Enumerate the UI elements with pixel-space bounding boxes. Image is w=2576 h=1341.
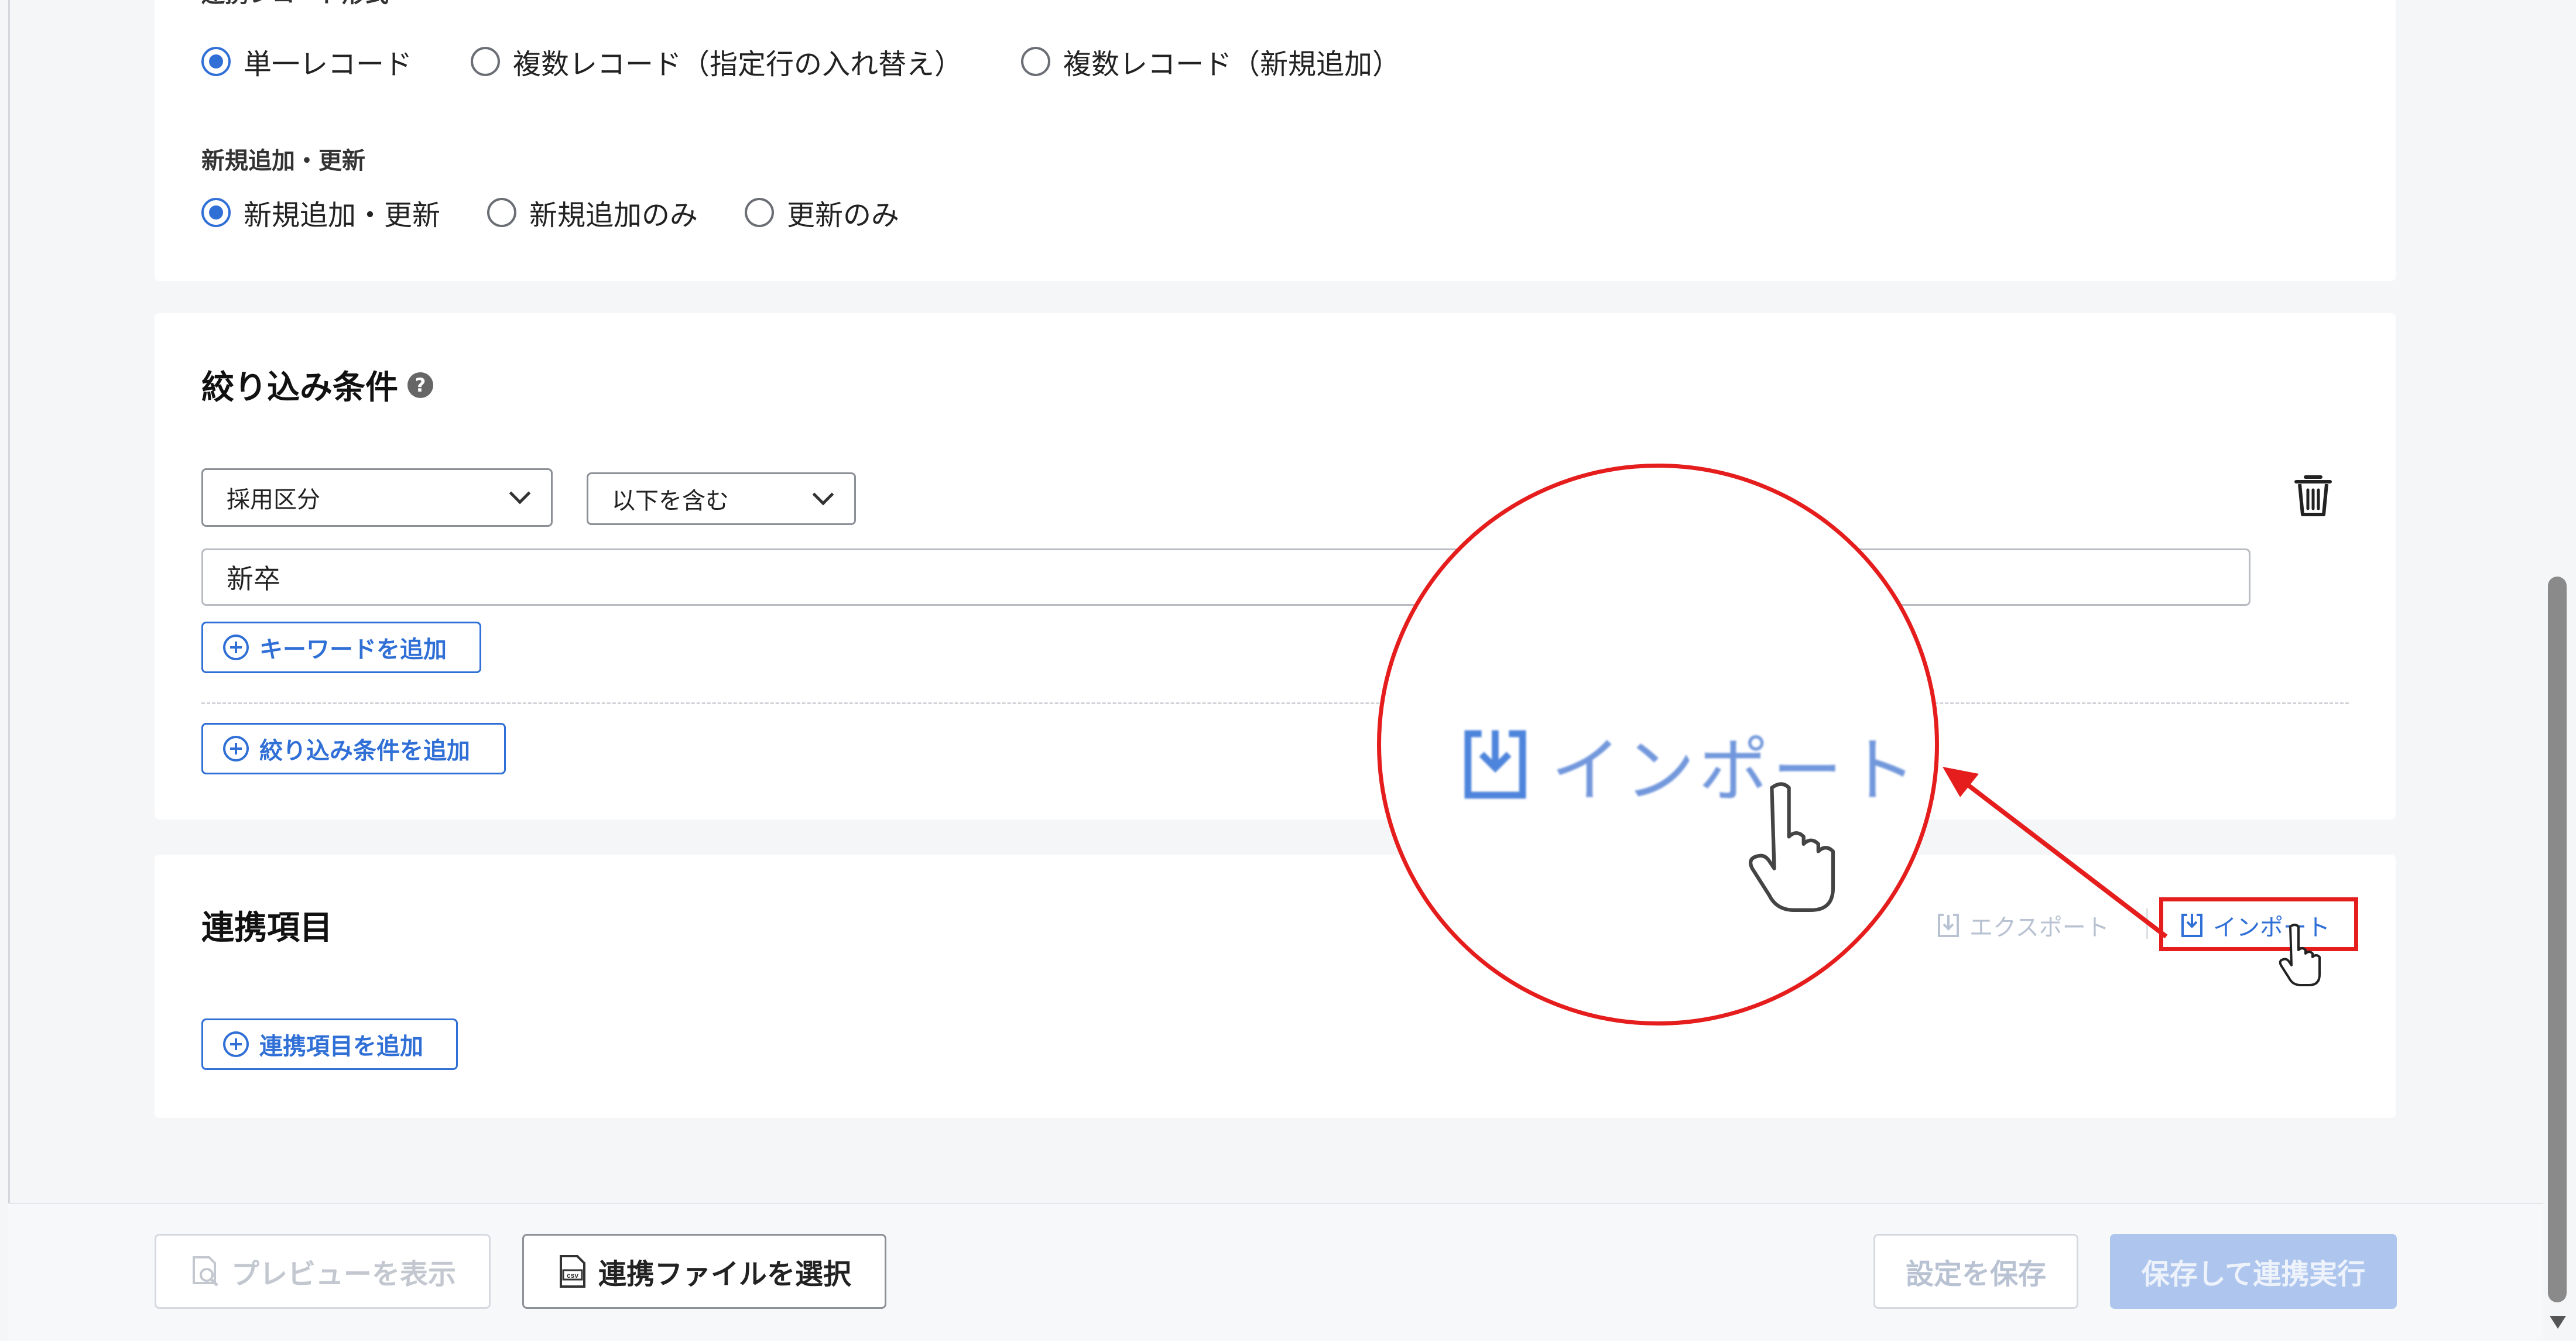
- save-and-run-button[interactable]: 保存して連携実行: [2110, 1234, 2397, 1309]
- radio-unchecked-icon: [471, 47, 501, 76]
- svg-text:csv: csv: [567, 1271, 578, 1280]
- upsert-label: 新規追加・更新: [201, 148, 365, 174]
- record-settings-card: 連携レコード形式 単一レコード 複数レコード（指定行の入れ替え） 複数レコード（…: [155, 0, 2396, 281]
- upsert-radio-group: 新規追加・更新 新規追加のみ 更新のみ: [201, 192, 958, 233]
- radio-unchecked-icon: [745, 198, 775, 227]
- csv-file-icon: csv: [559, 1255, 585, 1288]
- scrollbar-thumb[interactable]: [2548, 577, 2567, 1302]
- filter-heading: 絞り込み条件 ?: [201, 361, 433, 409]
- select-file-button[interactable]: csv 連携ファイルを選択: [522, 1234, 886, 1309]
- radio-update-only[interactable]: 更新のみ: [745, 192, 899, 233]
- plus-circle-icon: [223, 635, 249, 660]
- add-condition-button[interactable]: 絞り込み条件を追加: [201, 723, 506, 774]
- chevron-down-icon: [812, 483, 834, 506]
- import-icon: [1464, 730, 1526, 799]
- fields-title: 連携項目: [201, 909, 333, 947]
- filter-title: 絞り込み条件: [201, 369, 398, 407]
- divider: [201, 702, 2349, 704]
- radio-unchecked-icon: [1021, 47, 1051, 76]
- keyword-input[interactable]: 新卒: [201, 548, 2250, 606]
- radio-single-record[interactable]: 単一レコード: [201, 41, 412, 82]
- trash-icon[interactable]: [2293, 471, 2334, 518]
- zoom-callout: インポート: [1377, 464, 1939, 1026]
- add-field-button[interactable]: 連携項目を追加: [201, 1018, 458, 1070]
- radio-add-only[interactable]: 新規追加のみ: [487, 192, 698, 233]
- record-format-radio-group: 単一レコード 複数レコード（指定行の入れ替え） 複数レコード（新規追加）: [201, 41, 1459, 82]
- preview-button[interactable]: プレビューを表示: [155, 1234, 491, 1309]
- plus-circle-icon: [223, 736, 249, 762]
- hand-cursor-icon: [2277, 922, 2324, 986]
- chevron-down-icon: [509, 482, 531, 505]
- help-icon[interactable]: ?: [407, 372, 433, 398]
- zoomed-import-button: インポート: [1457, 714, 1920, 815]
- import-highlight-box: [2159, 897, 2358, 951]
- zoomed-import-label: インポート: [1551, 730, 1920, 812]
- plus-circle-icon: [223, 1031, 249, 1057]
- radio-checked-icon: [201, 198, 231, 227]
- radio-unchecked-icon: [487, 198, 517, 227]
- preview-icon: [192, 1256, 218, 1287]
- filter-operator-select[interactable]: 以下を含む: [587, 472, 856, 525]
- filter-card: 絞り込み条件 ? 採用区分 以下を含む 新卒 キーワードを追加 絞り込み条件を追…: [155, 313, 2396, 819]
- radio-multi-record-replace[interactable]: 複数レコード（指定行の入れ替え）: [471, 41, 962, 82]
- scroll-down-arrow-icon[interactable]: [2550, 1316, 2566, 1329]
- save-settings-button[interactable]: 設定を保存: [1873, 1234, 2078, 1309]
- radio-checked-icon: [201, 47, 231, 76]
- filter-field-select[interactable]: 採用区分: [201, 468, 553, 527]
- radio-add-update[interactable]: 新規追加・更新: [201, 192, 440, 233]
- radio-multi-record-add[interactable]: 複数レコード（新規追加）: [1021, 41, 1400, 82]
- hand-cursor-icon: [1744, 778, 1844, 913]
- annotation-arrow: [1943, 767, 2168, 939]
- add-keyword-button[interactable]: キーワードを追加: [201, 622, 481, 673]
- record-format-label: 連携レコード形式: [201, 0, 389, 12]
